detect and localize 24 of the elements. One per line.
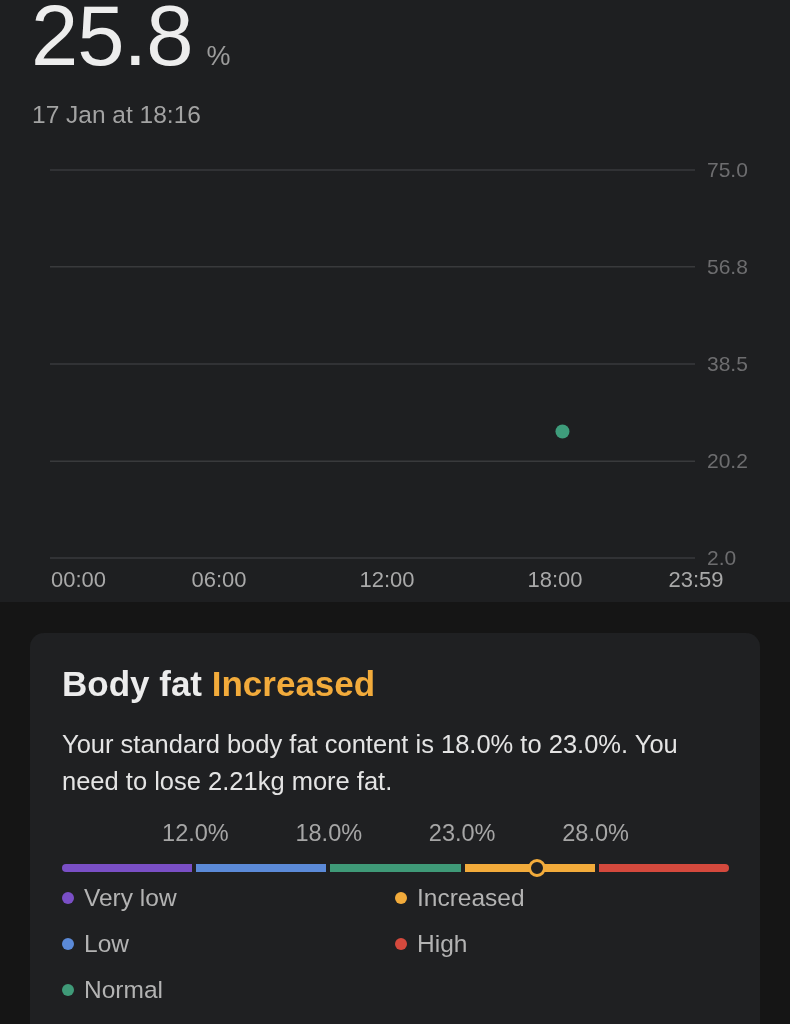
legend-label: Normal	[84, 976, 163, 1004]
legend-label: Very low	[84, 884, 177, 912]
y-axis-label: 38.5	[707, 352, 748, 375]
y-axis-label: 2.0	[707, 546, 737, 569]
timestamp: 17 Jan at 18:16	[32, 101, 201, 129]
x-axis-label: 12:00	[359, 567, 415, 592]
scale-tick-label: 18.0%	[295, 820, 363, 846]
scale-tick-label: 23.0%	[428, 820, 496, 846]
scale-tick-label: 12.0%	[162, 820, 229, 846]
legend-label: Increased	[417, 884, 525, 912]
legend-label: High	[417, 930, 468, 958]
unit-label: %	[206, 41, 231, 72]
x-axis-label: 00:00	[51, 567, 107, 592]
y-axis-label: 20.2	[707, 449, 748, 473]
y-axis-label: 56.8	[707, 254, 748, 278]
body-fat-value: 25.8	[31, 0, 193, 72]
scale-tick-label: 28.0%	[562, 820, 629, 846]
x-axis-label: 23:59	[668, 567, 724, 592]
legend-label: Low	[84, 930, 129, 958]
x-axis-label: 18:00	[527, 567, 583, 592]
description-text: Your standard body fat content is 18.0% to 23.0%. You need to lose 2.21kg more fat.	[62, 729, 679, 797]
x-axis-label: 06:00	[191, 567, 247, 592]
y-axis-label: 75.0	[707, 158, 748, 181]
card-title: Body fat Increased	[62, 664, 377, 704]
